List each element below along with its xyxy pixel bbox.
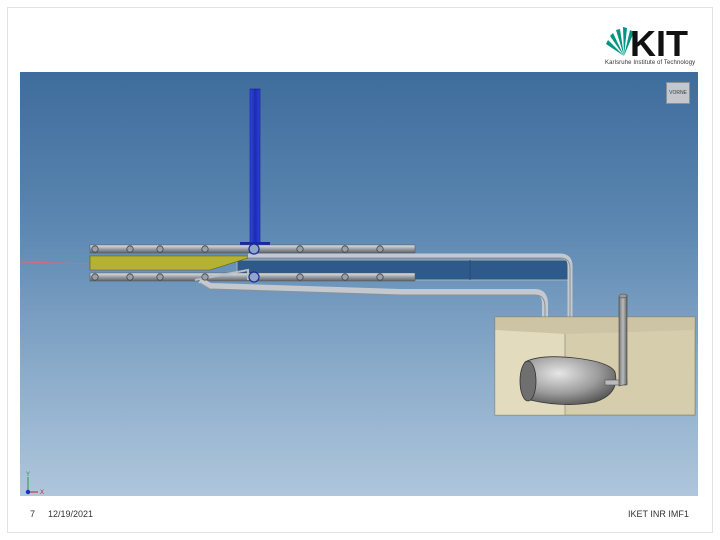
reference-line — [20, 261, 96, 265]
junction-upper — [248, 243, 260, 255]
vertical-pipe — [249, 88, 261, 245]
axis-triad: Y X — [25, 472, 44, 496]
kit-logo-graphic: KIT — [606, 23, 688, 64]
slide-number: 7 — [30, 509, 36, 519]
slide-org: IKET INR IMF1 — [628, 509, 689, 519]
axis-x-label: X — [40, 490, 44, 496]
insert-strip — [89, 255, 249, 271]
kit-logo-letters: KIT — [630, 23, 688, 62]
junction-lower — [248, 271, 260, 283]
axis-y-label: Y — [26, 472, 30, 478]
viewcube-button[interactable]: VORNE — [666, 82, 690, 104]
cad-viewport[interactable]: Y X VORNE — [20, 72, 698, 496]
cad-scene: Y X — [20, 88, 696, 496]
slide-date: 12/19/2021 — [48, 509, 94, 519]
outer-tube-lower — [198, 277, 548, 317]
tank-stem — [618, 294, 628, 387]
kit-logo-subtitle: Karlsruhe Institute of Technology — [605, 60, 696, 66]
